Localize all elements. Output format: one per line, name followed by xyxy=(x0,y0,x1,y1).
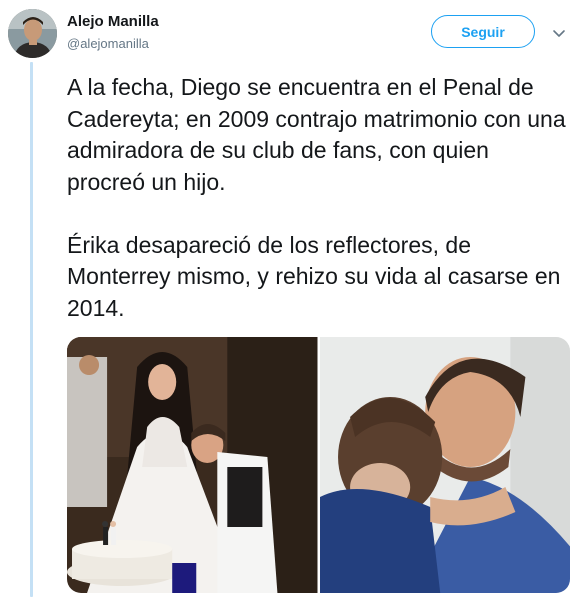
wedding-cake-photo[interactable] xyxy=(67,337,318,593)
tweet-text: A la fecha, Diego se encuentra en el Pen… xyxy=(67,72,567,324)
tweet-paragraph: Érika desapareció de los reflectores, de… xyxy=(67,231,561,321)
chevron-down-icon[interactable] xyxy=(552,26,566,40)
user-handle[interactable]: @alejomanilla xyxy=(67,36,149,51)
father-son-hug-photo[interactable] xyxy=(319,337,570,593)
media-grid xyxy=(67,337,570,593)
tweet-paragraph: A la fecha, Diego se encuentra en el Pen… xyxy=(67,74,566,195)
avatar[interactable] xyxy=(8,9,57,58)
display-name[interactable]: Alejo Manilla xyxy=(67,13,159,30)
thread-line xyxy=(30,62,33,597)
follow-button[interactable]: Seguir xyxy=(431,15,535,48)
